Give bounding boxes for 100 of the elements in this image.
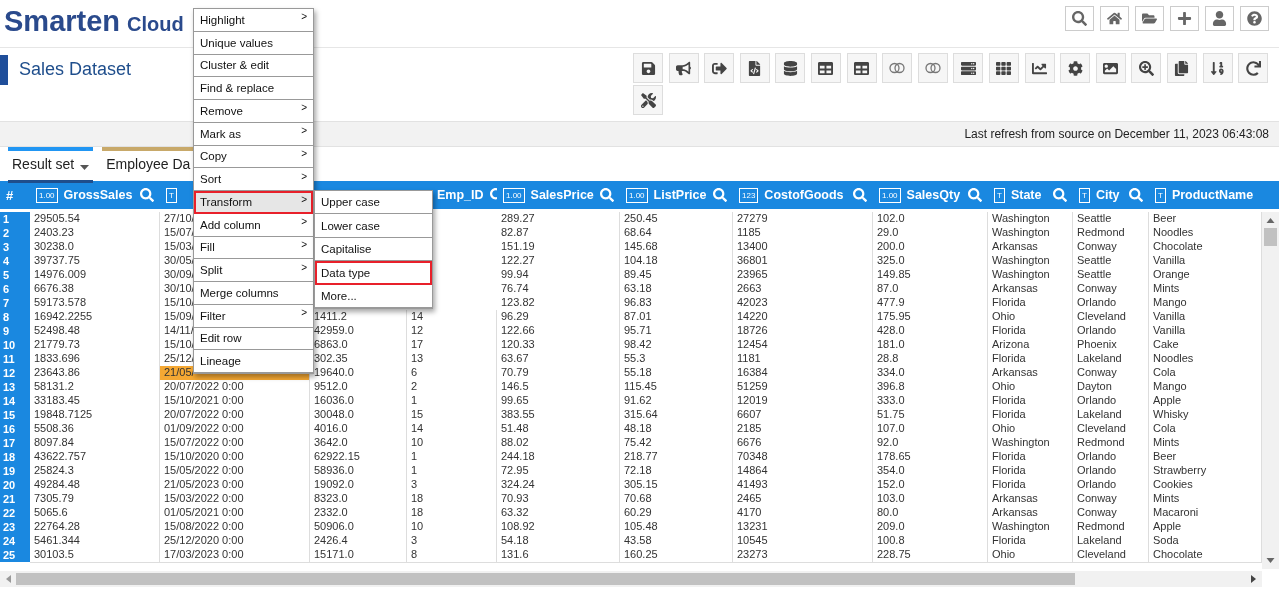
gear-icon (1067, 60, 1083, 76)
table-cell: 131.6 (497, 548, 620, 563)
toolbar-button[interactable] (668, 53, 699, 83)
menu-item[interactable]: Capitalise (315, 237, 432, 262)
search-icon[interactable] (1053, 188, 1067, 202)
toolbar-button[interactable] (846, 53, 877, 83)
toolbar-button[interactable] (917, 53, 948, 83)
submenu-arrow: > (301, 193, 307, 205)
table-cell: 30103.5 (30, 548, 160, 563)
folder-button[interactable] (1135, 6, 1164, 31)
zoom-in-icon (1138, 60, 1154, 76)
submenu-arrow: > (301, 170, 307, 182)
toolbar-button[interactable] (882, 53, 913, 83)
menu-item[interactable]: Cluster & edit (194, 54, 313, 78)
column-header[interactable]: State (1010, 188, 1042, 202)
search-icon[interactable] (853, 188, 867, 202)
menu-item[interactable]: Fill > (194, 236, 313, 260)
toolbar-button[interactable] (633, 85, 663, 115)
title-accent-bar (0, 55, 8, 85)
toolbar-button[interactable] (953, 53, 984, 83)
search-icon[interactable] (1129, 188, 1143, 202)
row-number: 25 (0, 548, 30, 563)
plus-icon (1177, 11, 1192, 26)
column-header[interactable]: Emp_ID (437, 188, 484, 202)
toolbar-button[interactable] (1060, 53, 1091, 83)
code-file-icon (747, 60, 763, 76)
toolbar-button[interactable] (988, 53, 1019, 83)
search-icon[interactable] (713, 188, 727, 202)
menu-item[interactable]: Merge columns (194, 282, 313, 305)
home-button[interactable] (1100, 6, 1129, 31)
toolbar-button[interactable] (704, 53, 735, 83)
toolbar-button[interactable] (775, 53, 806, 83)
column-header[interactable]: ProductName (1171, 188, 1254, 202)
menu-item[interactable]: Mark as > (194, 122, 313, 146)
type-badge: 1.00 (36, 187, 58, 203)
horizontal-scrollbar[interactable] (0, 571, 1262, 587)
menu-item[interactable]: More... (315, 284, 432, 308)
plus-button[interactable] (1170, 6, 1199, 31)
submenu-arrow: > (301, 238, 307, 250)
type-badge: T (166, 187, 177, 203)
menu-item[interactable]: Highlight > (194, 9, 313, 32)
table-cell: Cleveland (1073, 548, 1149, 563)
column-header[interactable]: SalesPrice (530, 188, 594, 202)
user-icon (1212, 11, 1227, 26)
search-icon[interactable] (140, 188, 154, 202)
help-button[interactable] (1240, 6, 1269, 31)
column-header[interactable]: GrossSales (63, 188, 133, 202)
search-button[interactable] (1065, 6, 1094, 31)
menu-item[interactable]: Copy > (194, 145, 313, 169)
menu-item[interactable]: Remove > (194, 100, 313, 123)
toolbar-button[interactable] (633, 53, 663, 83)
menu-item[interactable]: Find & replace (194, 77, 313, 100)
circles-icon (889, 62, 906, 74)
menu-item[interactable]: Sort > (194, 168, 313, 191)
submenu-arrow: > (301, 102, 307, 114)
menu-item[interactable]: Upper case (315, 191, 432, 215)
toolbar-button[interactable] (1095, 53, 1126, 83)
user-button[interactable] (1205, 6, 1234, 31)
menu-item[interactable]: Data type (315, 261, 432, 285)
table-cell: 160.25 (620, 548, 733, 563)
image-icon (1103, 60, 1119, 76)
toolbar-button[interactable] (1238, 53, 1269, 83)
megaphone-icon (676, 60, 692, 76)
menu-item[interactable]: Add column > (194, 213, 313, 237)
menu-item[interactable]: Transform > (194, 191, 313, 214)
table-icon (818, 60, 834, 76)
caret-icon (80, 165, 90, 170)
type-badge: T (1155, 187, 1166, 203)
corner-label: # (6, 187, 14, 203)
toolbar-button[interactable] (1131, 53, 1162, 83)
column-header[interactable]: City (1095, 188, 1120, 202)
search-icon[interactable] (600, 188, 614, 202)
menu-item[interactable]: Filter > (194, 304, 313, 328)
type-badge: 1.00 (626, 187, 648, 203)
help-icon (1247, 11, 1262, 26)
toolbar-button[interactable] (1166, 53, 1197, 83)
search-icon[interactable] (968, 188, 982, 202)
vertical-scrollbar[interactable] (1262, 212, 1279, 569)
toolbar-button[interactable] (1202, 53, 1233, 83)
column-header[interactable]: ListPrice (653, 188, 707, 202)
type-badge: 1.00 (879, 187, 901, 203)
column-header[interactable]: SalesQty (906, 188, 961, 202)
tools-icon (640, 92, 656, 108)
home-icon (1107, 11, 1122, 26)
menu-item[interactable]: Edit row (194, 327, 313, 351)
submenu-arrow: > (301, 11, 307, 23)
copy-icon (1174, 60, 1190, 76)
menu-item[interactable]: Unique values (194, 31, 313, 55)
table-cell: 8 (407, 548, 497, 563)
menu-item[interactable]: Split > (194, 259, 313, 282)
column-header[interactable]: CostofGoods (764, 188, 844, 202)
page-title: Sales Dataset (19, 59, 132, 80)
menu-item[interactable]: Lineage (194, 350, 313, 373)
server-icon (960, 60, 976, 76)
toolbar-button[interactable] (1024, 53, 1055, 83)
save-icon (640, 60, 656, 76)
menu-item[interactable]: Lower case (315, 214, 432, 238)
toolbar-button[interactable] (739, 53, 770, 83)
type-badge: T (1079, 187, 1090, 203)
toolbar-button[interactable] (810, 53, 841, 83)
